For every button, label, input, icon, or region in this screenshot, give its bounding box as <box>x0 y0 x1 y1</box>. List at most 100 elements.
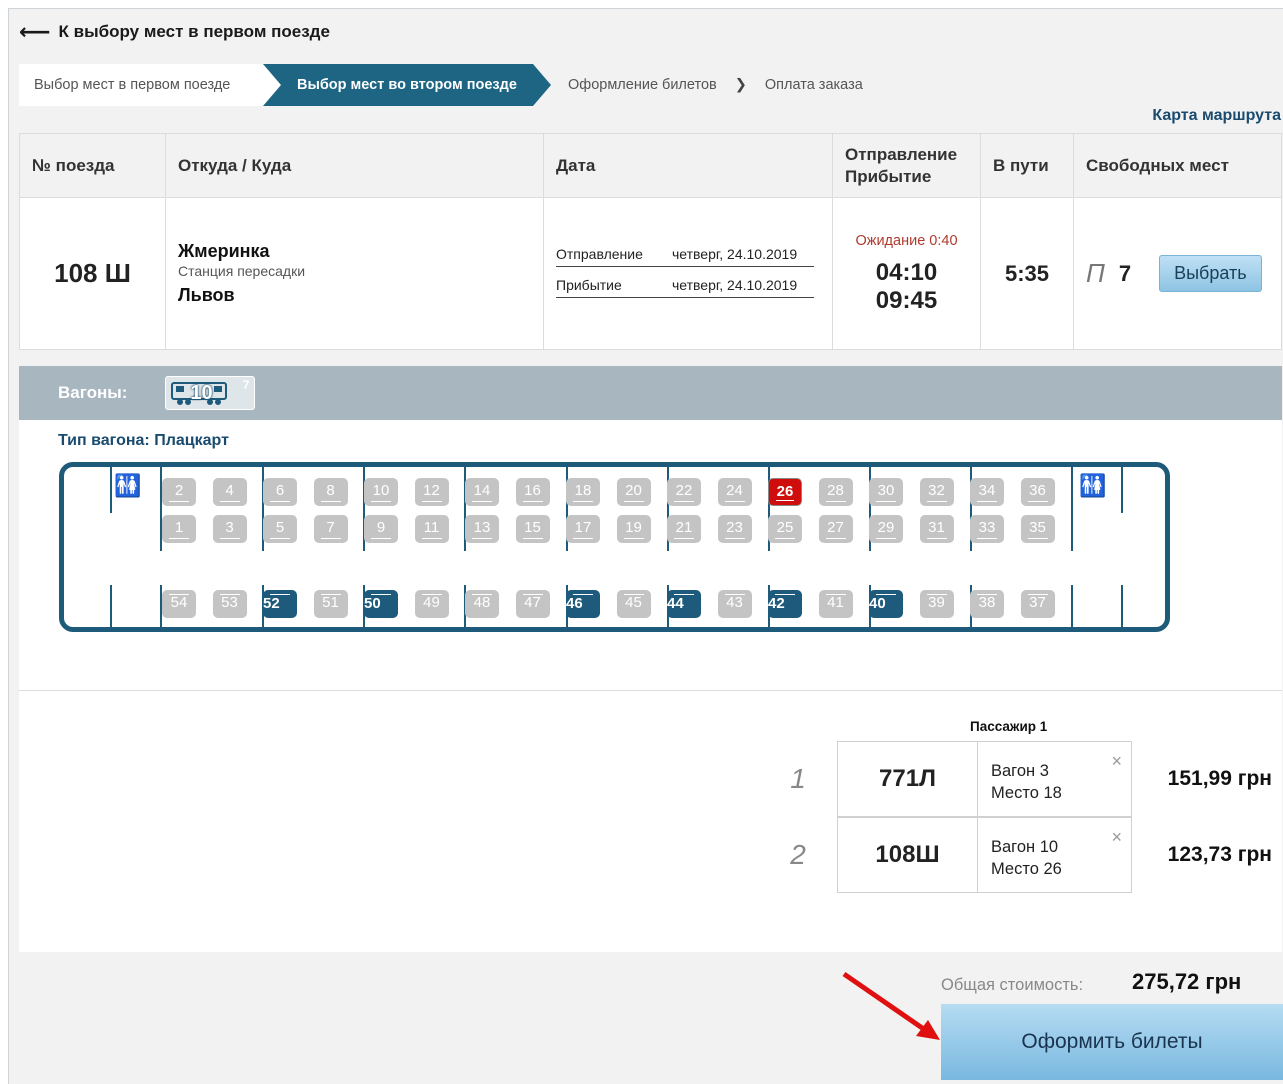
seat-26[interactable]: 26 <box>768 478 802 506</box>
side-divider <box>1071 585 1073 627</box>
ticket-train: 771Л <box>837 741 978 817</box>
step-first-train[interactable]: Выбор мест в первом поезде <box>19 64 263 106</box>
seat-18[interactable]: 18 <box>566 478 600 506</box>
seat-17[interactable]: 17 <box>566 515 600 543</box>
seat-14[interactable]: 14 <box>465 478 499 506</box>
seat-1[interactable]: 1 <box>162 515 196 543</box>
seat-8[interactable]: 8 <box>313 478 348 506</box>
seat-32[interactable]: 32 <box>919 478 954 506</box>
wagons-label: Вагоны: <box>58 383 128 402</box>
seat-24[interactable]: 24 <box>717 478 752 506</box>
seat-36[interactable]: 36 <box>1020 478 1055 506</box>
ticket-seat: Место 26 <box>991 860 1062 878</box>
seat-class: П <box>1086 258 1105 288</box>
step-second-train[interactable]: Выбор мест во втором поезде <box>263 64 551 106</box>
seat-51[interactable]: 51 <box>313 590 348 618</box>
compartment-divider <box>1071 467 1073 551</box>
wagon-scheme: 🚻 🚻 2 4 6 8 10 12 14 16 18 20 22 24 26 28 30 32 34 36 1 3 5 7… <box>59 462 1170 632</box>
seat-20[interactable]: 20 <box>616 478 651 506</box>
route-map-link[interactable]: Карта маршрута <box>1152 107 1281 125</box>
table-header-row: № поезда Откуда / Куда Дата Отправление … <box>19 133 1282 198</box>
train-table: № поезда Откуда / Куда Дата Отправление … <box>19 133 1282 350</box>
seat-41[interactable]: 41 <box>818 590 853 618</box>
toilet-icon: 🚻 <box>114 473 141 498</box>
seat-29[interactable]: 29 <box>869 515 903 543</box>
seat-11[interactable]: 11 <box>414 515 449 543</box>
seat-46[interactable]: 46 <box>566 590 600 618</box>
ticket-price: 123,73 грн <box>1167 843 1272 866</box>
seat-53[interactable]: 53 <box>212 590 247 618</box>
ticket-wagon: Вагон 10 <box>991 838 1059 856</box>
free-seat-count: 7 <box>1118 260 1132 286</box>
seat-23[interactable]: 23 <box>717 515 752 543</box>
header-free-seats: Свободных мест <box>1073 133 1282 198</box>
travel-time: 5:35 <box>980 197 1074 350</box>
seat-28[interactable]: 28 <box>818 478 853 506</box>
seat-6[interactable]: 6 <box>263 478 297 506</box>
depart-date-label: Отправление <box>556 245 643 262</box>
route-cell: Жмеринка Станция пересадки Львов <box>165 197 544 350</box>
seat-42[interactable]: 42 <box>768 590 802 618</box>
close-icon[interactable]: × <box>1111 750 1122 772</box>
seat-52[interactable]: 52 <box>263 590 297 618</box>
seat-33[interactable]: 33 <box>970 515 1004 543</box>
seat-21[interactable]: 21 <box>667 515 701 543</box>
seat-2[interactable]: 2 <box>162 478 196 506</box>
seat-40[interactable]: 40 <box>869 590 903 618</box>
free-seats-cell: П 7 Выбрать <box>1073 197 1282 350</box>
header-route: Откуда / Куда <box>165 133 544 198</box>
seat-7[interactable]: 7 <box>313 515 348 543</box>
seat-47[interactable]: 47 <box>515 590 550 618</box>
seat-25[interactable]: 25 <box>768 515 802 543</box>
seat-4[interactable]: 4 <box>212 478 247 506</box>
seat-12[interactable]: 12 <box>414 478 449 506</box>
seat-5[interactable]: 5 <box>263 515 297 543</box>
seat-49[interactable]: 49 <box>414 590 449 618</box>
table-row: 108 Ш Жмеринка Станция пересадки Львов О… <box>19 197 1282 350</box>
header-date: Дата <box>543 133 833 198</box>
wagon-chip-10[interactable]: 10 7 <box>165 376 256 410</box>
seat-27[interactable]: 27 <box>818 515 853 543</box>
seat-43[interactable]: 43 <box>717 590 752 618</box>
ticket-wagon: Вагон 3 <box>991 762 1049 780</box>
close-icon[interactable]: × <box>1111 826 1122 848</box>
seat-13[interactable]: 13 <box>465 515 499 543</box>
seat-39[interactable]: 39 <box>919 590 954 618</box>
seat-35[interactable]: 35 <box>1020 515 1055 543</box>
seat-15[interactable]: 15 <box>515 515 550 543</box>
arrive-date-label: Прибытие <box>556 276 622 293</box>
arrive-date: четверг, 24.10.2019 <box>672 276 798 293</box>
back-link[interactable]: ⟵ К выбору мест в первом поезде <box>19 19 330 44</box>
ticket-seat-info: Вагон 3 Место 18 × <box>978 741 1132 817</box>
ticket-index: 2 <box>790 839 806 870</box>
seat-30[interactable]: 30 <box>869 478 903 506</box>
seat-9[interactable]: 9 <box>364 515 398 543</box>
seat-3[interactable]: 3 <box>212 515 247 543</box>
order-summary: Пассажир 1 1 771Л Вагон 3 Место 18 × 151… <box>19 690 1282 952</box>
seat-scheme-area: Тип вагона: Плацкарт 🚻 🚻 2 4 6 8 10 12 14 16 18 2… <box>19 420 1282 690</box>
checkout-button[interactable]: Оформить билеты <box>941 1004 1283 1080</box>
seat-22[interactable]: 22 <box>667 478 701 506</box>
seat-19[interactable]: 19 <box>616 515 651 543</box>
toilet-icon: 🚻 <box>1079 473 1106 498</box>
seat-31[interactable]: 31 <box>919 515 954 543</box>
seat-37[interactable]: 37 <box>1020 590 1055 618</box>
total-value: 275,72 грн <box>1132 969 1242 994</box>
wagon-free-count: 7 <box>242 378 250 392</box>
header-travel: В пути <box>980 133 1074 198</box>
select-button[interactable]: Выбрать <box>1159 255 1262 292</box>
seat-50[interactable]: 50 <box>364 590 398 618</box>
seat-38[interactable]: 38 <box>970 590 1004 618</box>
arrow-left-icon: ⟵ <box>19 19 51 44</box>
header-arrive: Прибытие <box>845 166 932 186</box>
time-cell: Ожидание 0:40 04:10 09:45 <box>832 197 981 350</box>
seat-44[interactable]: 44 <box>667 590 701 618</box>
seat-34[interactable]: 34 <box>970 478 1004 506</box>
seat-54[interactable]: 54 <box>162 590 196 618</box>
seat-10[interactable]: 10 <box>364 478 398 506</box>
wagon-type: Тип вагона: Плацкарт <box>58 432 229 449</box>
seat-48[interactable]: 48 <box>465 590 499 618</box>
seat-16[interactable]: 16 <box>515 478 550 506</box>
header-train-number: № поезда <box>19 133 166 198</box>
seat-45[interactable]: 45 <box>616 590 651 618</box>
